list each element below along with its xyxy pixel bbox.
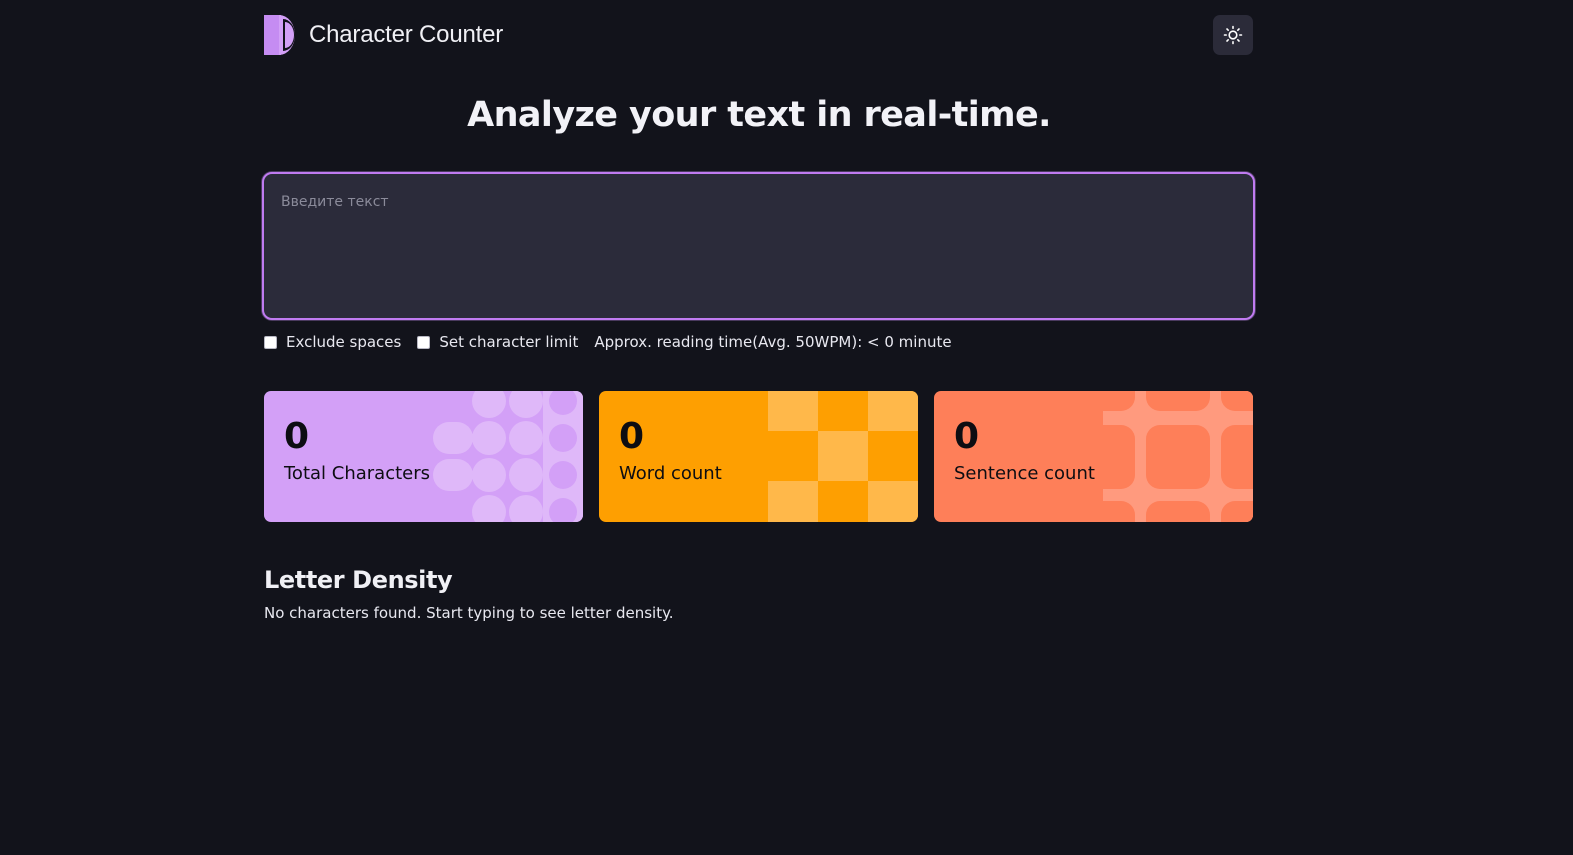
letter-density-empty-message: No characters found. Start typing to see… [264, 604, 674, 622]
word-count-label: Word count [619, 463, 722, 484]
exclude-spaces-option[interactable]: Exclude spaces [264, 333, 401, 351]
logo[interactable]: Character Counter [264, 15, 503, 55]
exclude-spaces-label: Exclude spaces [286, 333, 402, 351]
exclude-spaces-checkbox[interactable] [264, 335, 277, 349]
header: Character Counter [264, 0, 1253, 70]
total-characters-value: 0 [284, 416, 310, 457]
options-row: Exclude spaces Set character limit Appro… [264, 331, 952, 353]
circles-pattern-decoration [433, 391, 583, 522]
half-circle-logo-icon [264, 15, 295, 55]
app-title: Character Counter [309, 21, 504, 48]
total-characters-card: 0 Total Characters [264, 391, 583, 522]
sentence-count-label: Sentence count [954, 463, 1095, 484]
word-count-card: 0 Word count [599, 391, 918, 522]
text-input[interactable] [264, 174, 1253, 318]
theme-toggle-button[interactable] [1213, 15, 1253, 55]
sentence-count-card: 0 Sentence count [934, 391, 1253, 522]
word-count-value: 0 [619, 416, 645, 457]
app-page: Character Counter Analyze your text in r… [0, 0, 1573, 855]
page-headline: Analyze your text in real-time. [467, 95, 1051, 135]
sun-icon [1223, 25, 1243, 45]
sentence-count-value: 0 [954, 416, 980, 457]
char-limit-checkbox[interactable] [417, 335, 431, 349]
main-container: Character Counter Analyze your text in r… [262, 0, 1255, 622]
checker-pattern-decoration [768, 391, 918, 522]
text-input-wrapper [262, 172, 1255, 320]
letter-density-title: Letter Density [264, 566, 453, 594]
char-limit-option[interactable]: Set character limit [417, 333, 578, 351]
stats-cards: 0 Total Characters 0 Word count 0 Senten… [264, 391, 1253, 522]
reading-time: Approx. reading time(Avg. 50WPM): < 0 mi… [594, 333, 952, 351]
total-characters-label: Total Characters [284, 463, 431, 484]
rounded-grid-pattern-decoration [1103, 391, 1253, 522]
char-limit-label: Set character limit [439, 333, 579, 351]
